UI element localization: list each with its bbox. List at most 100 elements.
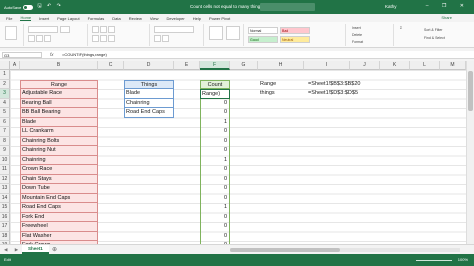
count-cell[interactable]: 0 bbox=[200, 136, 230, 146]
align-top-button[interactable] bbox=[92, 26, 99, 33]
zoom-slider[interactable] bbox=[416, 260, 452, 261]
count-cell[interactable]: 0 bbox=[200, 146, 230, 156]
row-header-14[interactable]: 14 bbox=[0, 193, 10, 203]
things-table-header[interactable]: Things bbox=[124, 79, 174, 89]
sort-filter-button[interactable]: Sort & Filter bbox=[424, 28, 442, 32]
count-cell[interactable]: 0 bbox=[200, 98, 230, 108]
font-name-select[interactable] bbox=[28, 26, 58, 33]
range-cell[interactable]: Road End Caps bbox=[20, 203, 98, 213]
column-header-g[interactable]: G bbox=[230, 61, 258, 70]
column-header-c[interactable]: C bbox=[98, 61, 124, 70]
tab-developer[interactable]: Developer bbox=[166, 16, 184, 21]
count-cell[interactable]: 0 bbox=[200, 184, 230, 194]
tab-home[interactable]: Home bbox=[20, 15, 32, 21]
align-center-button[interactable] bbox=[100, 35, 107, 42]
row-header-6[interactable]: 6 bbox=[0, 117, 10, 127]
percent-button[interactable] bbox=[162, 35, 169, 42]
align-bottom-button[interactable] bbox=[108, 26, 115, 33]
range-table-header[interactable]: Range bbox=[20, 79, 98, 89]
delete-cells-button[interactable]: Delete bbox=[352, 33, 362, 37]
things-cell[interactable]: Blade bbox=[124, 89, 174, 99]
align-left-button[interactable] bbox=[92, 35, 99, 42]
align-right-button[interactable] bbox=[108, 35, 115, 42]
range-cell[interactable]: Adjustable Race bbox=[20, 89, 98, 99]
row-header-9[interactable]: 9 bbox=[0, 146, 10, 156]
user-name[interactable]: Kathy bbox=[385, 4, 397, 9]
vertical-scrollbar[interactable] bbox=[466, 61, 474, 244]
horizontal-scrollbar[interactable] bbox=[230, 248, 460, 252]
range-cell[interactable]: Crown Race bbox=[20, 165, 98, 175]
count-cell[interactable]: 1 bbox=[200, 203, 230, 213]
row-header-5[interactable]: 5 bbox=[0, 108, 10, 118]
row-header-8[interactable]: 8 bbox=[0, 136, 10, 146]
align-middle-button[interactable] bbox=[100, 26, 107, 33]
range-cell[interactable]: LL Crankarm bbox=[20, 127, 98, 137]
column-header-f[interactable]: F bbox=[200, 61, 230, 70]
tab-page-layout[interactable]: Page Layout bbox=[57, 16, 79, 21]
range-cell[interactable]: Blade bbox=[20, 117, 98, 127]
named-range-label[interactable]: Range bbox=[260, 80, 276, 90]
column-header-a[interactable]: A bbox=[10, 61, 20, 70]
currency-button[interactable] bbox=[154, 35, 161, 42]
named-range-reference[interactable]: =Sheet1!$B$3:$B$20 bbox=[308, 80, 360, 90]
range-cell[interactable]: Chainring bbox=[20, 155, 98, 165]
function-icon[interactable]: fx bbox=[50, 52, 54, 57]
range-cell[interactable]: Down Tube bbox=[20, 184, 98, 194]
range-cell[interactable]: Freewheel bbox=[20, 222, 98, 232]
name-box[interactable]: G3 bbox=[2, 52, 42, 58]
row-header-1[interactable]: 1 bbox=[0, 70, 10, 80]
format-as-table-button[interactable] bbox=[226, 26, 240, 40]
zoom-level[interactable]: 100% bbox=[458, 257, 468, 262]
range-cell[interactable]: Chainring Bolts bbox=[20, 136, 98, 146]
column-header-i[interactable]: I bbox=[304, 61, 350, 70]
count-cell[interactable]: 0 bbox=[200, 108, 230, 118]
row-header-11[interactable]: 11 bbox=[0, 165, 10, 175]
things-cell[interactable]: Road End Caps bbox=[124, 108, 174, 118]
italic-button[interactable] bbox=[36, 35, 43, 42]
font-size-select[interactable] bbox=[60, 26, 70, 33]
style-bad[interactable]: Bad bbox=[280, 27, 310, 34]
number-format-select[interactable] bbox=[154, 26, 194, 33]
row-header-16[interactable]: 16 bbox=[0, 212, 10, 222]
autosum-icon[interactable]: Σ bbox=[400, 26, 402, 30]
count-cell[interactable]: 0 bbox=[200, 174, 230, 184]
count-cell[interactable]: 0 bbox=[200, 222, 230, 232]
sheet-nav-arrows[interactable]: ◀ ▶ bbox=[4, 247, 21, 253]
conditional-formatting-button[interactable] bbox=[209, 26, 223, 40]
search-box[interactable] bbox=[260, 3, 315, 11]
quick-access-toolbar[interactable]: 🖫 ↶ ↷ bbox=[37, 3, 62, 11]
column-header-d[interactable]: D bbox=[124, 61, 174, 70]
count-cell[interactable]: 0 bbox=[200, 127, 230, 137]
paste-button[interactable] bbox=[5, 26, 17, 40]
tab-insert[interactable]: Insert bbox=[39, 16, 49, 21]
tab-file[interactable]: File bbox=[6, 16, 12, 21]
count-cell[interactable]: 1 bbox=[200, 117, 230, 127]
named-range-reference[interactable]: =Sheet1!$D$3:$D$5 bbox=[308, 89, 358, 99]
worksheet-grid[interactable]: ABCDEFGHIJKLMN12345678910111213141516171… bbox=[0, 61, 474, 260]
style-good[interactable]: Good bbox=[248, 36, 278, 43]
format-cells-button[interactable]: Format bbox=[352, 40, 363, 44]
range-cell[interactable]: Chain Stays bbox=[20, 174, 98, 184]
row-header-4[interactable]: 4 bbox=[0, 98, 10, 108]
row-header-7[interactable]: 7 bbox=[0, 127, 10, 137]
count-cell[interactable]: 0 bbox=[200, 231, 230, 241]
column-header-k[interactable]: K bbox=[380, 61, 410, 70]
underline-button[interactable] bbox=[44, 35, 51, 42]
autosave-toggle[interactable] bbox=[23, 4, 34, 10]
things-cell[interactable]: Chainring bbox=[124, 98, 174, 108]
range-cell[interactable]: Mountain End Caps bbox=[20, 193, 98, 203]
sheet-tab-sheet1[interactable]: Sheet1 bbox=[22, 245, 49, 254]
count-table-header[interactable]: Count bbox=[200, 79, 230, 89]
find-select-button[interactable]: Find & Select bbox=[424, 36, 445, 40]
column-header-l[interactable]: L bbox=[410, 61, 440, 70]
row-header-3[interactable]: 3 bbox=[0, 89, 10, 99]
range-cell[interactable]: Flat Washer bbox=[20, 231, 98, 241]
window-controls[interactable]: – ❐ ✕ bbox=[426, 3, 470, 9]
tab-help[interactable]: Help bbox=[193, 16, 201, 21]
row-header-10[interactable]: 10 bbox=[0, 155, 10, 165]
range-cell[interactable]: Chainring Nut bbox=[20, 146, 98, 156]
style-normal[interactable]: Normal bbox=[248, 27, 278, 34]
count-cell[interactable]: 1 bbox=[200, 155, 230, 165]
column-header-m[interactable]: M bbox=[440, 61, 466, 70]
row-header-2[interactable]: 2 bbox=[0, 79, 10, 89]
